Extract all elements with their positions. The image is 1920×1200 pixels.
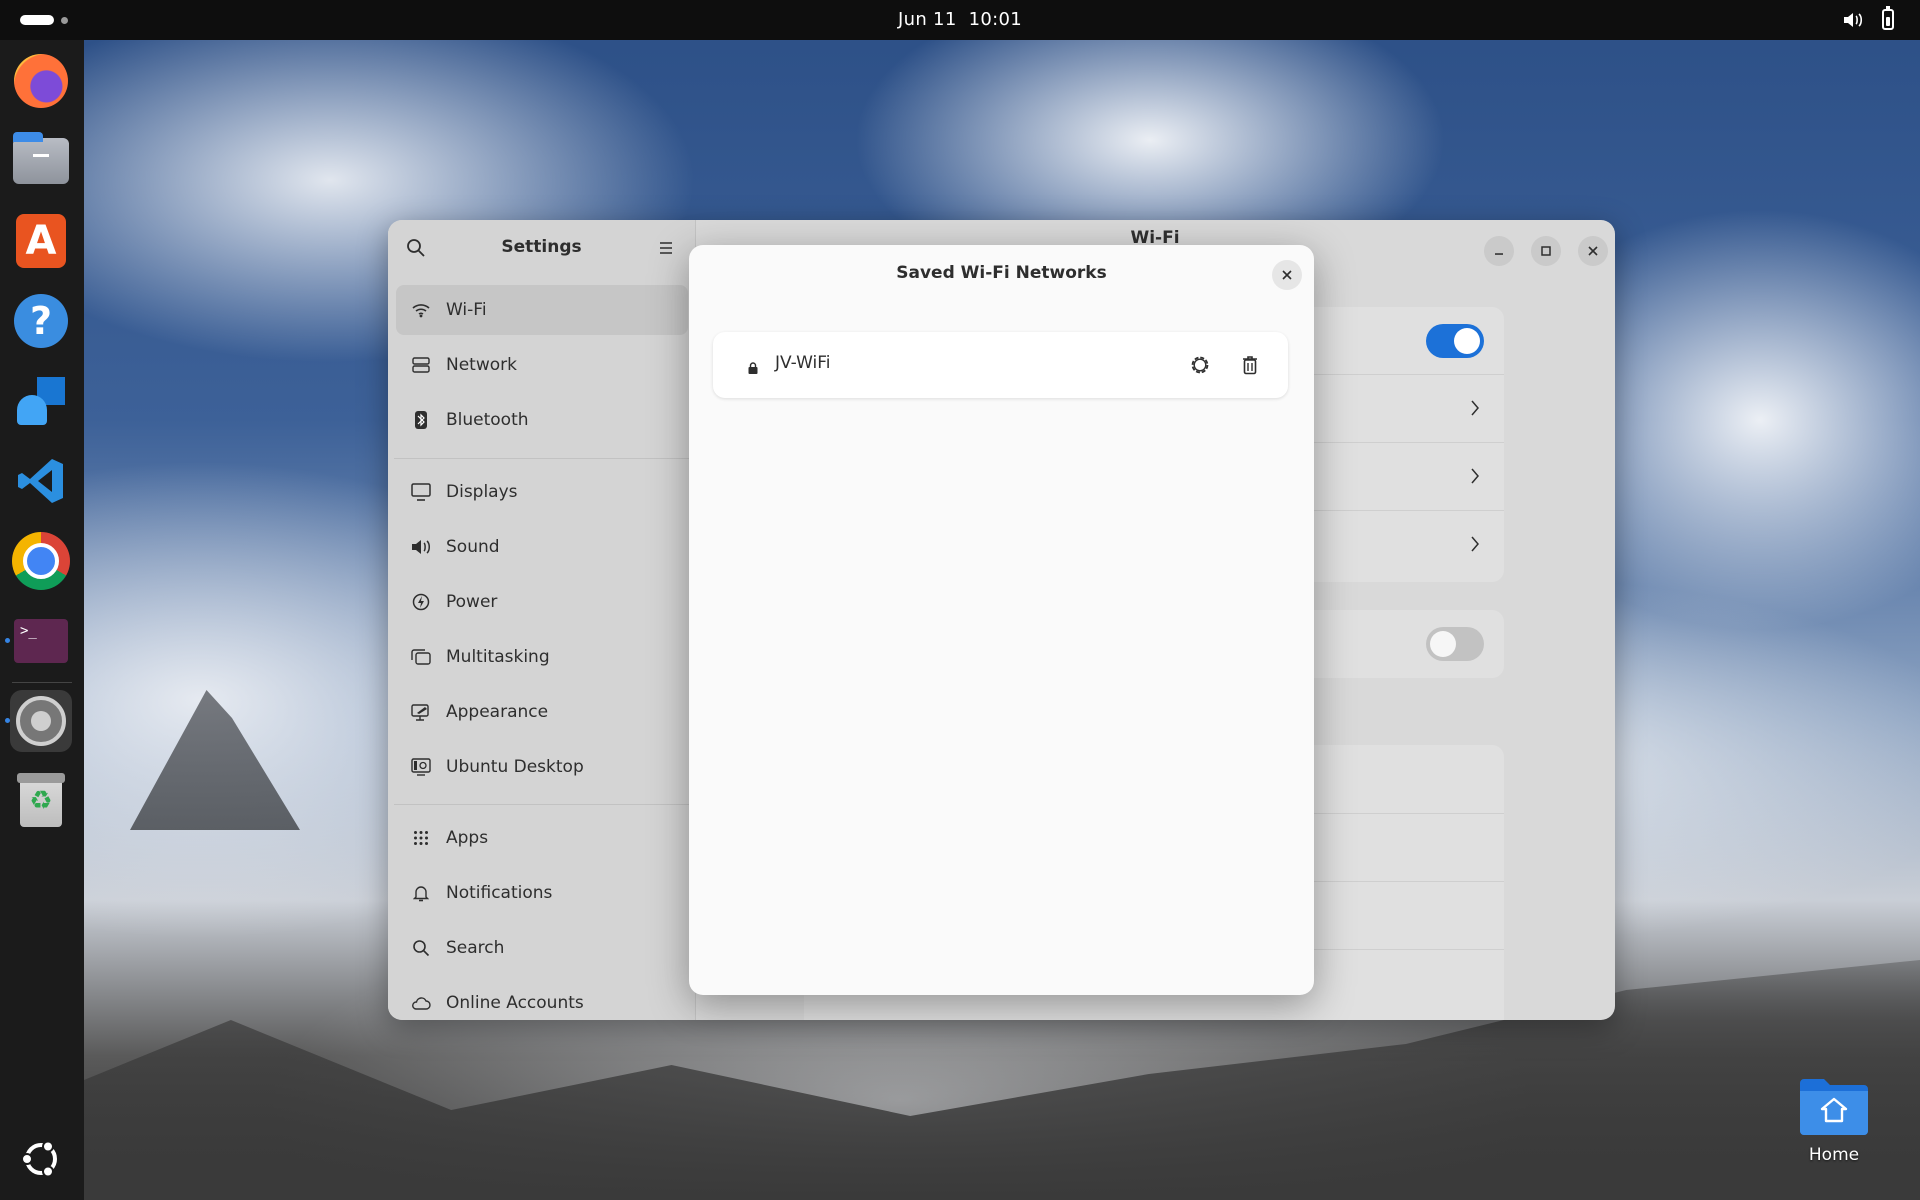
- dock-trash[interactable]: ♻: [10, 770, 72, 832]
- dock-separator: [12, 682, 72, 683]
- home-folder-icon[interactable]: [1798, 1075, 1870, 1137]
- minimize-icon: [1495, 253, 1503, 255]
- gear-icon: [1191, 356, 1209, 374]
- battery-icon[interactable]: [1882, 6, 1894, 30]
- close-button[interactable]: [1578, 236, 1608, 266]
- app-center-icon: A: [16, 214, 66, 268]
- volume-icon[interactable]: [1843, 11, 1863, 29]
- sidebar-item-label: Sound: [446, 537, 500, 557]
- hamburger-menu-icon[interactable]: [658, 240, 674, 256]
- sidebar-title: Settings: [501, 237, 582, 257]
- sidebar-item-label: Displays: [446, 482, 518, 502]
- cloud-icon: [410, 992, 432, 1014]
- apps-grid-icon: [410, 827, 432, 849]
- dock: A ? >_ ♻: [0, 40, 84, 1200]
- chevron-right-icon[interactable]: [1470, 400, 1480, 416]
- trash-icon: ♻: [17, 773, 65, 827]
- search-icon: [410, 937, 432, 959]
- sidebar-item-label: Search: [446, 938, 505, 958]
- help-icon: ?: [14, 294, 68, 348]
- maximize-icon: [1541, 246, 1551, 256]
- dialog-close-button[interactable]: [1272, 260, 1302, 290]
- chevron-right-icon[interactable]: [1470, 468, 1480, 484]
- sidebar-item-displays[interactable]: Displays: [396, 467, 688, 517]
- bluetooth-icon: [410, 409, 432, 431]
- sidebar-item-network[interactable]: Network: [396, 340, 688, 390]
- settings-sidebar: Settings Wi-Fi Network Bluetooth Display…: [388, 220, 696, 1020]
- wifi-toggle[interactable]: [1426, 324, 1484, 358]
- display-icon: [410, 481, 432, 503]
- saved-networks-dialog: Saved Wi-Fi Networks JV-WiFi: [689, 245, 1314, 995]
- sidebar-item-online-accounts[interactable]: Online Accounts: [396, 978, 688, 1020]
- sidebar-item-label: Wi-Fi: [446, 300, 487, 320]
- dock-settings[interactable]: [10, 690, 72, 752]
- multitasking-icon: [410, 646, 432, 668]
- ubuntu-icon: [21, 1140, 57, 1178]
- hotspot-toggle[interactable]: [1426, 627, 1484, 661]
- sidebar-header: Settings: [388, 220, 695, 276]
- ubuntu-desktop-icon: [410, 756, 432, 778]
- chevron-right-icon[interactable]: [1470, 536, 1480, 552]
- sidebar-item-multitasking[interactable]: Multitasking: [396, 632, 688, 682]
- clock-time: 10:01: [968, 9, 1022, 30]
- network-settings-button[interactable]: [1188, 353, 1212, 377]
- sidebar-item-label: Appearance: [446, 702, 549, 722]
- dialog-title: Saved Wi-Fi Networks: [896, 263, 1107, 283]
- clock[interactable]: Jun 11 10:01: [0, 9, 1920, 30]
- sidebar-item-sound[interactable]: Sound: [396, 522, 688, 572]
- dock-remote-desktop[interactable]: [10, 370, 72, 432]
- home-folder-label[interactable]: Home: [1784, 1145, 1884, 1165]
- sidebar-item-label: Ubuntu Desktop: [446, 757, 584, 777]
- sidebar-item-bluetooth[interactable]: Bluetooth: [396, 395, 688, 445]
- dock-app-center[interactable]: A: [10, 210, 72, 272]
- dock-terminal[interactable]: >_: [10, 610, 72, 672]
- files-icon: [13, 132, 69, 184]
- minimize-button[interactable]: [1484, 236, 1514, 266]
- sidebar-item-notifications[interactable]: Notifications: [396, 868, 688, 918]
- sidebar-item-label: Power: [446, 592, 498, 612]
- maximize-button[interactable]: [1531, 236, 1561, 266]
- sidebar-item-ubuntu-desktop[interactable]: Ubuntu Desktop: [396, 742, 688, 792]
- sidebar-item-label: Multitasking: [446, 647, 550, 667]
- sidebar-item-wifi[interactable]: Wi-Fi: [396, 285, 688, 335]
- sidebar-item-label: Notifications: [446, 883, 553, 903]
- sidebar-separator: [394, 458, 694, 459]
- chrome-icon: [12, 532, 70, 590]
- close-icon: [1588, 246, 1598, 256]
- saved-network-row: JV-WiFi: [713, 332, 1288, 398]
- wifi-icon: [410, 299, 432, 321]
- network-icon: [410, 354, 432, 376]
- settings-icon: [16, 696, 66, 746]
- sidebar-item-label: Apps: [446, 828, 489, 848]
- forget-network-button[interactable]: [1238, 353, 1262, 377]
- show-apps-button[interactable]: [10, 1128, 72, 1190]
- sidebar-item-label: Network: [446, 355, 517, 375]
- dock-vscode[interactable]: [10, 450, 72, 512]
- sidebar-item-label: Online Accounts: [446, 993, 584, 1013]
- sidebar-item-search[interactable]: Search: [396, 923, 688, 973]
- network-name: JV-WiFi: [775, 353, 831, 373]
- firefox-icon: [14, 54, 68, 108]
- lock-icon: [748, 362, 758, 374]
- sidebar-item-appearance[interactable]: Appearance: [396, 687, 688, 737]
- sidebar-separator: [394, 804, 694, 805]
- sidebar-item-label: Bluetooth: [446, 410, 529, 430]
- trash-icon: [1243, 356, 1257, 375]
- dock-firefox[interactable]: [10, 50, 72, 112]
- sidebar-item-apps[interactable]: Apps: [396, 813, 688, 863]
- bell-icon: [410, 882, 432, 904]
- power-icon: [410, 591, 432, 613]
- appearance-icon: [410, 701, 432, 723]
- sidebar-item-power[interactable]: Power: [396, 577, 688, 627]
- vscode-icon: [18, 459, 63, 503]
- speaker-icon: [410, 536, 432, 558]
- terminal-icon: >_: [14, 619, 68, 663]
- clock-date: Jun 11: [898, 9, 957, 30]
- remote-desktop-icon: [17, 377, 65, 425]
- top-bar: Jun 11 10:01: [0, 0, 1920, 40]
- close-icon: [1282, 270, 1292, 280]
- dock-files[interactable]: [10, 130, 72, 192]
- dock-chrome[interactable]: [10, 530, 72, 592]
- dock-help[interactable]: ?: [10, 290, 72, 352]
